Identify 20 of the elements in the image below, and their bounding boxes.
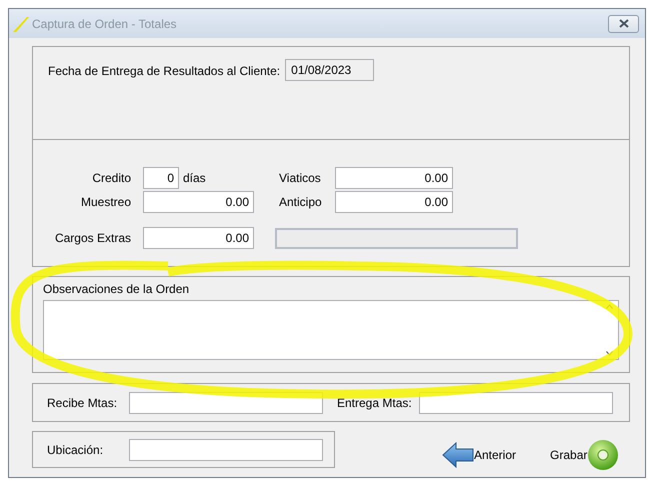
field-label: Viaticos [279, 170, 322, 187]
viaticos-field[interactable]: 0.00 [335, 167, 453, 189]
delivery-date-field[interactable]: 01/08/2023 [285, 59, 374, 81]
back-button[interactable]: Anterior [442, 442, 516, 468]
receive-label: Recibe Mtas: [47, 394, 118, 412]
field-label: Credito [91, 170, 131, 187]
delivery-date-label: Fecha de Entrega de Resultados al Cliente: [48, 63, 280, 80]
deliver-label: Entrega Mtas: [337, 394, 413, 412]
credit-field[interactable]: 0 [143, 167, 179, 189]
observations-label: Observaciones de la Orden [43, 281, 190, 298]
save-button[interactable]: Grabar [550, 439, 620, 471]
cargos-field[interactable]: 0.00 [143, 227, 254, 249]
field-label: Muestreo [80, 194, 131, 211]
location-label: Ubicación: [47, 442, 104, 458]
window-title: Captura de Orden - Totales [32, 16, 177, 32]
field-label: Anticipo [279, 194, 323, 211]
anticipo-field[interactable]: 0.00 [335, 191, 453, 213]
field-label: Cargos Extras [54, 230, 131, 247]
unit-label: días [183, 170, 206, 187]
muestreo-field[interactable]: 0.00 [143, 191, 254, 213]
